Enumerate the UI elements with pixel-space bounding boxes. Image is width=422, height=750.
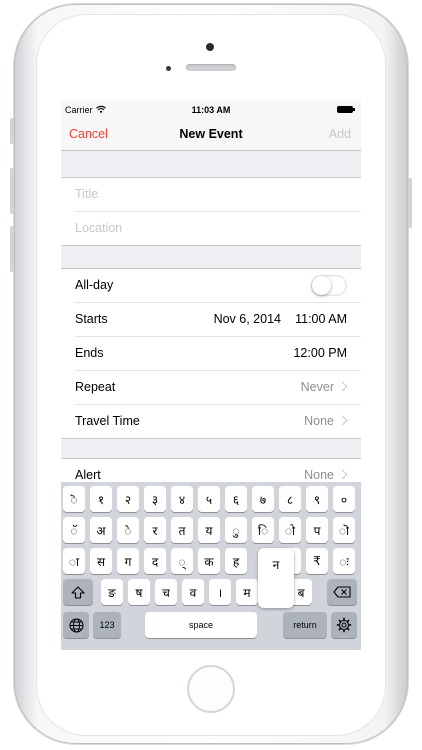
repeat-row[interactable]: Repeat Never: [75, 371, 361, 405]
key[interactable]: ८: [279, 486, 301, 512]
location-input[interactable]: Location: [75, 221, 122, 235]
key[interactable]: त: [171, 517, 193, 543]
number-key[interactable]: 123: [93, 612, 121, 638]
shift-icon: [71, 585, 85, 599]
key[interactable]: ः: [333, 548, 355, 574]
chevron-right-icon: [337, 415, 348, 426]
key[interactable]: ॆ: [63, 486, 85, 512]
settings-key[interactable]: [331, 612, 357, 638]
keyboard: ॆ १ २ ३ ४ ५ ६ ७ ८ ९ ० ॅ अ े र त य ु ि ो …: [61, 482, 361, 650]
all-day-label: All-day: [75, 278, 114, 292]
key-popup: न: [258, 548, 294, 608]
key[interactable]: ३: [144, 486, 166, 512]
key[interactable]: २: [117, 486, 139, 512]
key[interactable]: ो: [279, 517, 301, 543]
location-row[interactable]: Location: [75, 212, 361, 245]
key[interactable]: र: [144, 517, 166, 543]
repeat-value: Never: [300, 380, 334, 394]
starts-date[interactable]: Nov 6, 2014: [214, 312, 281, 326]
title-location-group: Title Location: [61, 177, 361, 246]
battery-tip: [353, 108, 355, 111]
key[interactable]: ॅ: [63, 517, 85, 543]
key[interactable]: े: [117, 517, 139, 543]
key[interactable]: ₹: [306, 548, 328, 574]
key[interactable]: ्: [171, 548, 193, 574]
status-time: 11:03 AM: [191, 105, 231, 115]
date-time-group: All-day Starts Nov 6, 2014 11:00 AM Ends…: [61, 268, 361, 439]
key[interactable]: ।: [209, 579, 231, 605]
gear-icon: [336, 617, 352, 633]
key[interactable]: ९: [306, 486, 328, 512]
page-title: New Event: [179, 127, 243, 141]
key[interactable]: ४: [171, 486, 193, 512]
starts-label: Starts: [75, 312, 108, 326]
proximity-sensor: [166, 66, 171, 71]
key[interactable]: ६: [225, 486, 247, 512]
key[interactable]: ा: [63, 548, 85, 574]
space-key[interactable]: space: [145, 612, 257, 638]
all-day-toggle[interactable]: [311, 275, 347, 296]
ends-time[interactable]: 12:00 PM: [293, 346, 347, 360]
alert-label: Alert: [75, 468, 101, 482]
travel-time-row[interactable]: Travel Time None: [75, 405, 361, 438]
starts-row[interactable]: Starts Nov 6, 2014 11:00 AM: [75, 303, 361, 337]
shift-key[interactable]: [63, 579, 93, 605]
battery-icon: [337, 106, 353, 113]
key[interactable]: ष: [128, 579, 150, 605]
all-day-row: All-day: [75, 269, 361, 303]
key[interactable]: च: [155, 579, 177, 605]
status-bar: Carrier 11:03 AM: [61, 100, 361, 120]
key[interactable]: ॊ: [333, 517, 355, 543]
navigation-bar: Cancel New Event Add: [61, 120, 361, 151]
home-button[interactable]: [187, 665, 235, 713]
add-button[interactable]: Add: [329, 127, 351, 141]
key[interactable]: ५: [198, 486, 220, 512]
key[interactable]: ह: [225, 548, 247, 574]
key[interactable]: क: [198, 548, 220, 574]
mute-switch: [10, 118, 14, 144]
alert-value: None: [304, 468, 334, 482]
key[interactable]: य: [198, 517, 220, 543]
key[interactable]: म: [236, 579, 258, 605]
power-button: [408, 178, 412, 228]
toggle-knob: [312, 276, 331, 295]
title-input[interactable]: Title: [75, 187, 98, 201]
key[interactable]: ग: [117, 548, 139, 574]
key[interactable]: ७: [252, 486, 274, 512]
front-camera: [206, 43, 214, 51]
chevron-right-icon: [337, 381, 348, 392]
repeat-label: Repeat: [75, 380, 116, 394]
title-row[interactable]: Title: [75, 178, 361, 212]
key[interactable]: प: [306, 517, 328, 543]
key[interactable]: १: [90, 486, 112, 512]
return-key[interactable]: return: [283, 612, 327, 638]
screen: Carrier 11:03 AM Cancel New Event Add Ti…: [61, 100, 361, 650]
travel-time-value: None: [304, 414, 334, 428]
ends-label: Ends: [75, 346, 104, 360]
key[interactable]: स: [90, 548, 112, 574]
key[interactable]: ि: [252, 517, 274, 543]
key[interactable]: ०: [333, 486, 355, 512]
ends-row[interactable]: Ends 12:00 PM: [75, 337, 361, 371]
travel-time-label: Travel Time: [75, 414, 140, 428]
key[interactable]: द: [144, 548, 166, 574]
globe-key[interactable]: [63, 612, 89, 638]
key[interactable]: व: [182, 579, 204, 605]
key[interactable]: ु: [225, 517, 247, 543]
key[interactable]: अ: [90, 517, 112, 543]
volume-down-button: [10, 226, 14, 272]
delete-icon: [333, 586, 351, 598]
earpiece-speaker: [186, 64, 236, 71]
starts-time[interactable]: 11:00 AM: [295, 312, 347, 326]
chevron-right-icon: [337, 469, 348, 480]
delete-key[interactable]: [327, 579, 357, 605]
globe-icon: [69, 618, 83, 632]
key[interactable]: ङ: [101, 579, 123, 605]
volume-up-button: [10, 168, 14, 214]
